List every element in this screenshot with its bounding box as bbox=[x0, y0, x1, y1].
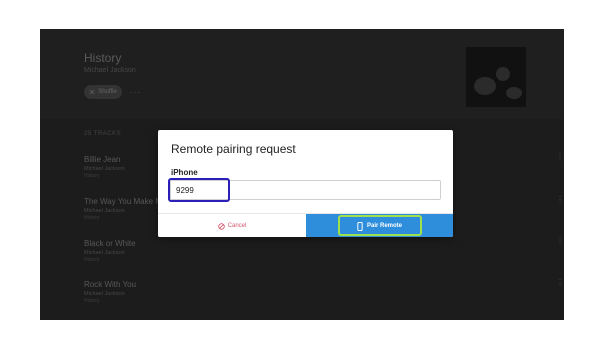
more-vertical-icon[interactable]: ⋮ bbox=[556, 279, 564, 287]
pair-remote-label: Pair Remote bbox=[366, 223, 402, 229]
cancel-icon bbox=[217, 222, 225, 230]
track-artist: Michael Jackson bbox=[84, 250, 125, 256]
track-row[interactable]: Rock With You Michael Jackson History ⋮ bbox=[84, 279, 564, 312]
cancel-button[interactable]: Cancel bbox=[158, 214, 306, 237]
album-cover bbox=[466, 47, 526, 107]
track-album: History bbox=[84, 257, 100, 263]
phone-icon bbox=[357, 221, 363, 231]
pair-remote-button[interactable]: Pair Remote bbox=[306, 214, 453, 237]
remote-pairing-dialog: Remote pairing request iPhone Cancel Pai… bbox=[158, 130, 453, 237]
shuffle-icon bbox=[89, 89, 95, 95]
dialog-button-row: Cancel Pair Remote bbox=[158, 213, 453, 237]
track-title: Rock With You bbox=[84, 280, 137, 289]
more-vertical-icon[interactable]: ⋮ bbox=[556, 238, 564, 246]
album-header: History Michael Jackson Shuffle ··· bbox=[40, 29, 564, 119]
track-artist: Michael Jackson bbox=[84, 291, 125, 297]
dialog-title: Remote pairing request bbox=[171, 142, 296, 156]
album-artist: Michael Jackson bbox=[84, 67, 136, 74]
track-album: History bbox=[84, 298, 100, 304]
track-row[interactable]: Black or White Michael Jackson History ⋮ bbox=[84, 238, 564, 271]
more-vertical-icon[interactable]: ⋮ bbox=[556, 154, 564, 162]
more-options-button[interactable]: ··· bbox=[130, 88, 141, 97]
cancel-label: Cancel bbox=[227, 223, 247, 229]
more-vertical-icon[interactable]: ⋮ bbox=[556, 196, 564, 204]
shuffle-label: Shuffle bbox=[98, 89, 117, 95]
tracks-count: 25 TRACKS bbox=[84, 131, 122, 137]
shuffle-button[interactable]: Shuffle bbox=[84, 85, 122, 99]
album-title: History bbox=[84, 51, 122, 65]
track-title: Black or White bbox=[84, 239, 136, 248]
device-label: iPhone bbox=[171, 168, 198, 177]
pairing-code-input[interactable] bbox=[170, 180, 441, 200]
